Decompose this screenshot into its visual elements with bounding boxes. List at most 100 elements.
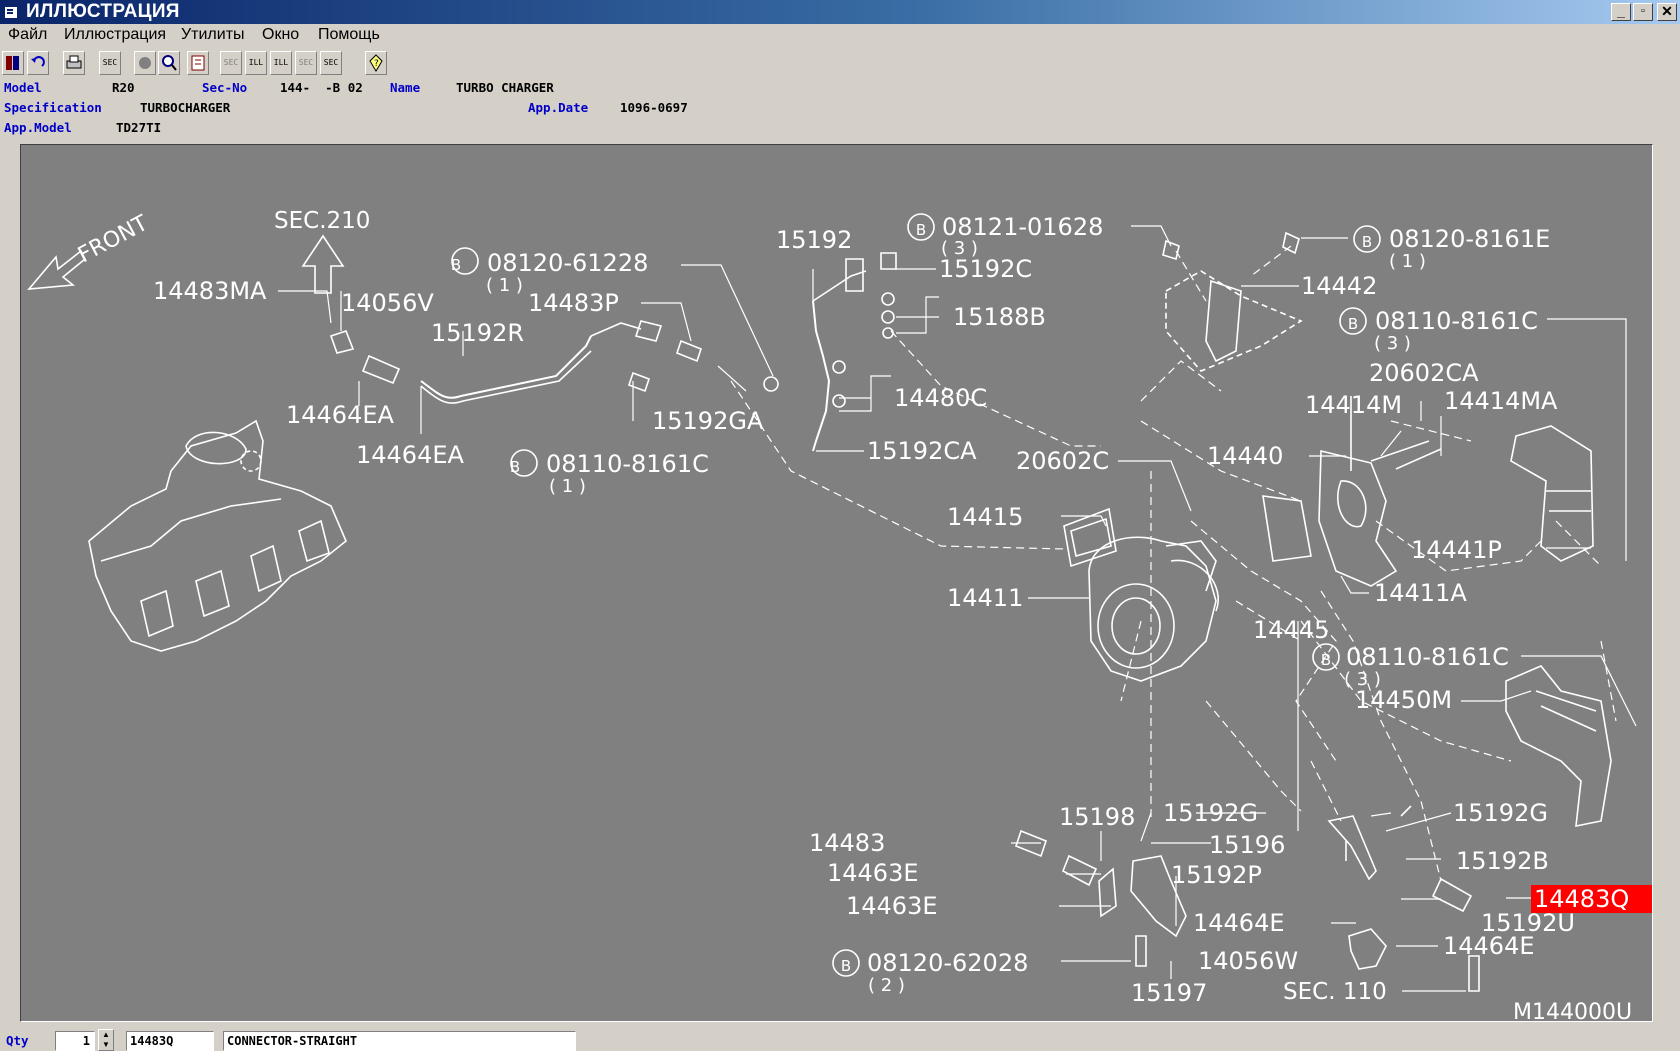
restore-button[interactable]: ▫ — [1633, 3, 1653, 21]
callout-14464E[interactable]: 14464E — [1443, 932, 1535, 960]
turbocharger-drawing — [1063, 507, 1219, 682]
menu-file[interactable]: Файл — [8, 26, 47, 44]
callout-labels: FRONT SEC.210 B B B B B B B 14483MA 1405… — [74, 208, 1632, 1021]
callout-15192GA[interactable]: 15192GA — [652, 407, 764, 435]
callout-08120-62028[interactable]: 08120-62028 — [867, 949, 1028, 977]
callout-20602C[interactable]: 20602C — [1016, 447, 1109, 475]
callout-08110-8161C[interactable]: 08110-8161C — [1346, 643, 1509, 671]
part-name-field[interactable]: CONNECTOR-STRAIGHT — [223, 1031, 576, 1051]
qty-field[interactable]: 1 — [55, 1031, 95, 1051]
svg-text:?: ? — [374, 59, 379, 69]
appdate-label: App.Date — [528, 100, 589, 115]
callout-14463E[interactable]: 14463E — [827, 859, 919, 887]
callout-15192C[interactable]: 15192C — [939, 255, 1032, 283]
help-button[interactable]: ? — [365, 51, 387, 75]
sec-search-button[interactable]: SEC — [320, 51, 342, 75]
menu-window[interactable]: Окно — [262, 26, 299, 44]
sec-list-button[interactable]: SEC — [99, 51, 121, 75]
callout-14463E[interactable]: 14463E — [846, 892, 938, 920]
illustration-canvas[interactable]: FRONT SEC.210 B B B B B B B 14483MA 1405… — [20, 144, 1653, 1022]
qty-note: ( 3 ) — [941, 238, 978, 259]
callout-08110-8161C[interactable]: 08110-8161C — [546, 450, 709, 478]
print-button[interactable] — [63, 51, 85, 75]
part-number-field[interactable]: 14483Q — [126, 1031, 214, 1051]
appmodel-label: App.Model — [4, 120, 72, 135]
sec-110-link[interactable]: SEC. 110 — [1283, 979, 1387, 1005]
callout-14414M[interactable]: 14414M — [1305, 391, 1402, 419]
callout-14464EA[interactable]: 14464EA — [356, 441, 465, 469]
sec-210-link[interactable]: SEC.210 — [274, 208, 370, 234]
circle-button[interactable] — [134, 51, 156, 75]
callout-15192G[interactable]: 15192G — [1163, 799, 1258, 827]
help-icon: ? — [369, 54, 383, 72]
callout-15192P[interactable]: 15192P — [1171, 861, 1262, 889]
callout-08120-8161E[interactable]: 08120-8161E — [1389, 225, 1550, 253]
qty-label: Qty — [6, 1033, 29, 1048]
parts-diagram: FRONT SEC.210 B B B B B B B 14483MA 1405… — [27, 208, 1652, 1021]
callout-14483[interactable]: 14483 — [809, 829, 885, 857]
close-button[interactable]: ✕ — [1657, 3, 1677, 21]
book-index-icon — [191, 55, 205, 71]
callout-14441P[interactable]: 14441P — [1411, 536, 1502, 564]
callout-14440[interactable]: 14440 — [1207, 442, 1283, 470]
callout-08120-61228[interactable]: 08120-61228 — [487, 249, 648, 277]
selected-part-label[interactable]: 14483Q — [1534, 885, 1629, 913]
callout-14414MA[interactable]: 14414MA — [1444, 387, 1558, 415]
b-letter: B — [510, 458, 520, 476]
undo-icon — [31, 56, 45, 67]
exit-book-button[interactable] — [2, 51, 24, 75]
callout-08110-8161C[interactable]: 08110-8161C — [1375, 307, 1538, 335]
callout-15196[interactable]: 15196 — [1209, 831, 1285, 859]
sec-next-button[interactable]: SEC — [295, 51, 317, 75]
callout-14056V[interactable]: 14056V — [341, 289, 434, 317]
menu-help[interactable]: Помощь — [318, 26, 380, 44]
callout-14480C[interactable]: 14480C — [894, 384, 987, 412]
ill-prev-icon: ILL — [248, 58, 264, 67]
callout-20602CA[interactable]: 20602CA — [1369, 359, 1479, 387]
status-bar: Qty 1 ▲ ▼ 14483Q CONNECTOR-STRAIGHT — [0, 1028, 1680, 1051]
callout-14442[interactable]: 14442 — [1301, 272, 1377, 300]
callout-14411[interactable]: 14411 — [947, 584, 1023, 612]
callout-15192CA[interactable]: 15192CA — [867, 437, 977, 465]
front-label: FRONT — [74, 211, 153, 269]
callout-15198[interactable]: 15198 — [1059, 803, 1135, 831]
ill-prev-button[interactable]: ILL — [245, 51, 267, 75]
sec-search-icon: SEC — [323, 58, 339, 67]
qty-note: ( 1 ) — [1389, 251, 1426, 272]
model-value: R20 — [112, 80, 135, 95]
secno-value: 144- -B 02 — [280, 80, 363, 95]
index-button[interactable] — [187, 51, 209, 75]
callout-15192B[interactable]: 15192B — [1456, 847, 1549, 875]
callout-14056W[interactable]: 14056W — [1198, 947, 1298, 975]
sec-prev-button[interactable]: SEC — [220, 51, 242, 75]
qty-spinner[interactable]: ▲ ▼ — [98, 1029, 114, 1051]
qty-note: ( 2 ) — [868, 975, 905, 996]
callout-15192[interactable]: 15192 — [776, 226, 852, 254]
b-letter: B — [1321, 651, 1331, 669]
ill-next-button[interactable]: ILL — [270, 51, 292, 75]
callout-15192R[interactable]: 15192R — [431, 319, 524, 347]
callout-14450M[interactable]: 14450M — [1355, 686, 1452, 714]
callout-14464E[interactable]: 14464E — [1193, 909, 1285, 937]
callout-14483P[interactable]: 14483P — [528, 289, 619, 317]
callout-14415[interactable]: 14415 — [947, 503, 1023, 531]
callout-14483MA[interactable]: 14483MA — [153, 277, 267, 305]
app-window-icon[interactable] — [4, 6, 18, 19]
menu-illustration[interactable]: Иллюстрация — [64, 26, 166, 44]
callout-15192G[interactable]: 15192G — [1453, 799, 1548, 827]
callout-08121-01628[interactable]: 08121-01628 — [942, 213, 1103, 241]
menu-utilities[interactable]: Утилиты — [181, 26, 245, 44]
minimize-button[interactable]: _ — [1611, 3, 1631, 21]
callout-15188B[interactable]: 15188B — [953, 303, 1046, 331]
drawing-id: M144000U — [1513, 1000, 1632, 1021]
callout-15197[interactable]: 15197 — [1131, 979, 1207, 1007]
b-letter: B — [841, 957, 851, 975]
callout-14445[interactable]: 14445 — [1253, 616, 1329, 644]
callout-14411A[interactable]: 14411A — [1374, 579, 1467, 607]
qty-note: ( 3 ) — [1374, 333, 1411, 354]
callout-14464EA[interactable]: 14464EA — [286, 401, 395, 429]
zoom-button[interactable] — [158, 51, 180, 75]
undo-button[interactable] — [27, 51, 49, 75]
front-arrow-icon — [27, 249, 87, 290]
qty-note: ( 1 ) — [549, 476, 586, 497]
